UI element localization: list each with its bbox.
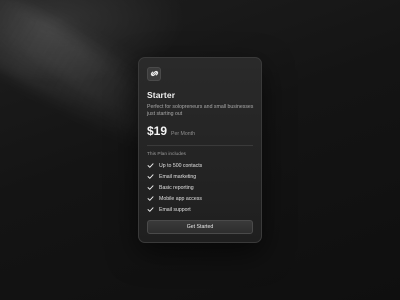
feature-item: Up to 500 contacts (147, 160, 253, 171)
check-icon (147, 195, 154, 202)
check-icon (147, 173, 154, 180)
feature-list: Up to 500 contacts Email marketing Basic… (147, 160, 253, 215)
plan-price: $19 (147, 124, 168, 138)
feature-item: Basic reporting (147, 182, 253, 193)
plan-period: Per Month (171, 131, 195, 137)
check-icon (147, 184, 154, 191)
feature-label: Mobile app access (159, 195, 202, 202)
link-icon (150, 65, 159, 83)
divider (147, 145, 253, 146)
plan-description: Perfect for solopreneurs and small busin… (147, 104, 254, 117)
check-icon (147, 206, 154, 213)
get-started-button[interactable]: Get Started (147, 220, 253, 234)
feature-item: Mobile app access (147, 193, 253, 204)
feature-label: Email support (159, 206, 191, 213)
feature-label: Email marketing (159, 173, 197, 180)
feature-label: Basic reporting (159, 184, 194, 191)
feature-item: Email marketing (147, 171, 253, 182)
plan-logo (147, 67, 161, 81)
plan-name: Starter (147, 90, 176, 100)
feature-item: Email support (147, 204, 253, 215)
feature-label: Up to 500 contacts (159, 162, 203, 169)
check-icon (147, 162, 154, 169)
includes-label: This Plan includes (147, 152, 186, 157)
pricing-card: Starter Perfect for solopreneurs and sma… (138, 57, 262, 243)
price-row: $19 Per Month (147, 124, 253, 138)
